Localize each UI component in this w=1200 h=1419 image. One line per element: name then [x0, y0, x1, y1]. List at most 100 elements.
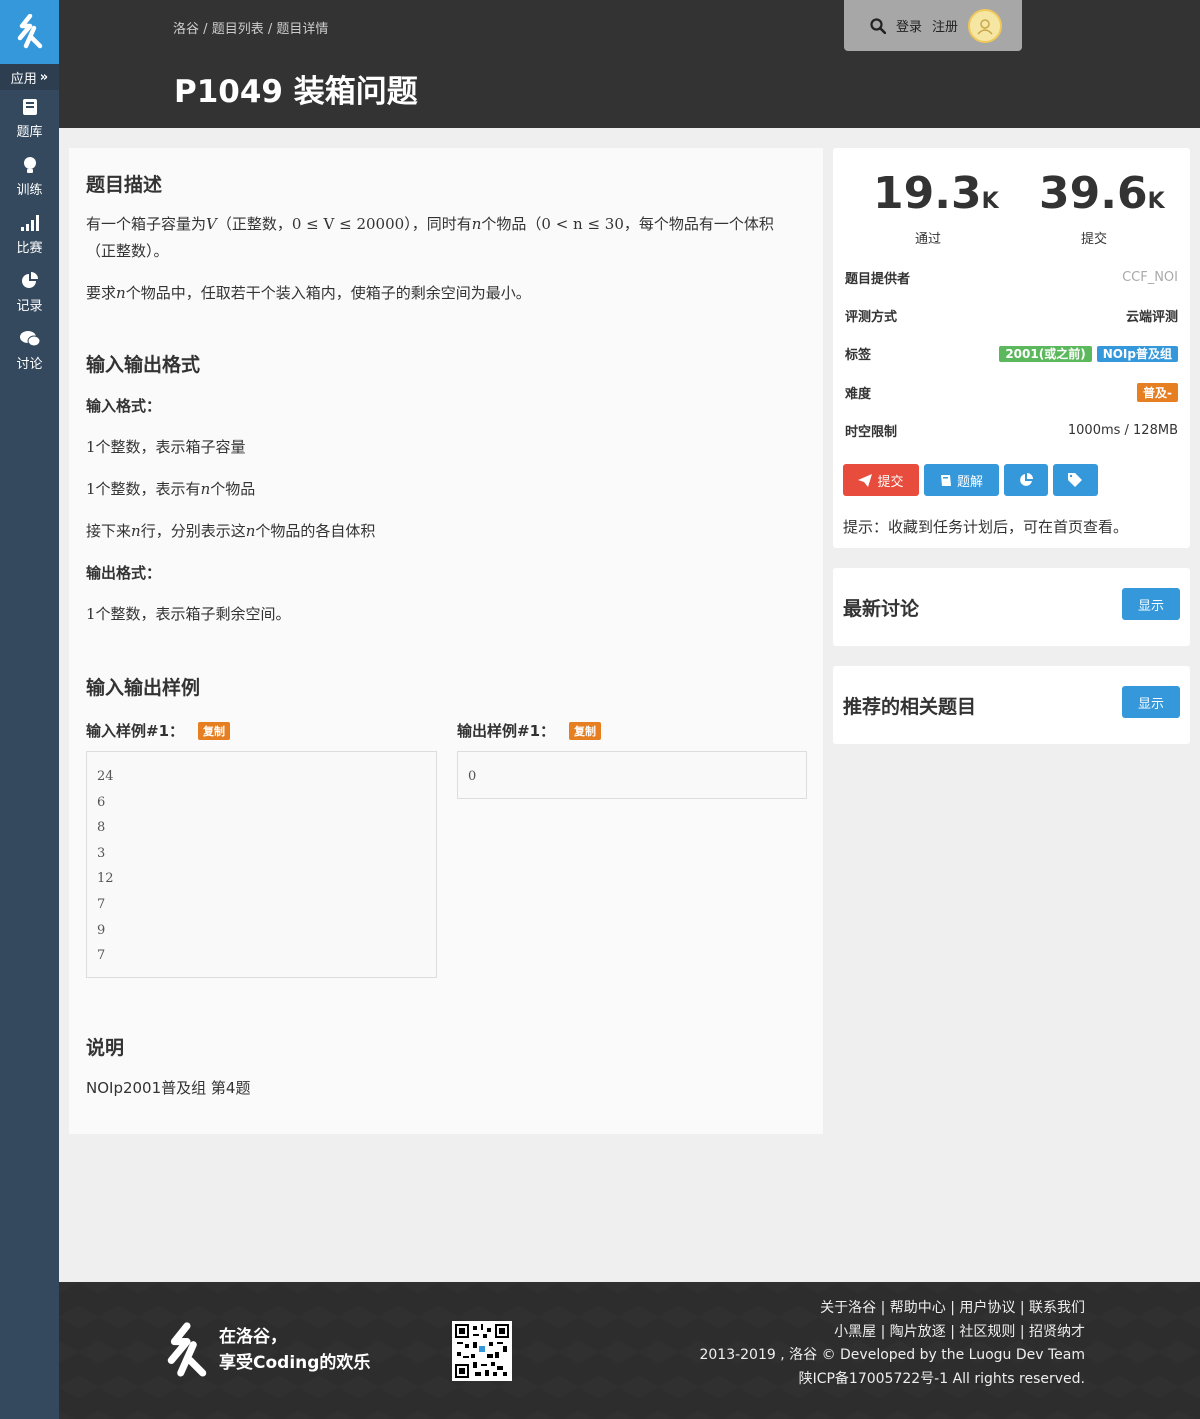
description-paragraph-2: 要求n个物品中，任取若干个装入箱内，使箱子的剩余空间为最小。 [86, 280, 798, 307]
discussion-title: 最新讨论 [843, 598, 920, 620]
show-related-button[interactable]: 显示 [1122, 686, 1180, 718]
footer-links: 关于洛谷 | 帮助中心 | 用户协议 | 联系我们 小黑屋 | 陶片放逐 | 社… [699, 1297, 1085, 1391]
sidebar-item-label: 讨论 [16, 357, 43, 372]
footer-slogan: 在洛谷， 享受Coding的欢乐 [219, 1324, 370, 1376]
app-menu-label: 应用 [10, 71, 37, 87]
sidebar-item-label: 题库 [16, 125, 43, 140]
breadcrumb-current: 题目详情 [276, 22, 329, 37]
submitted-label: 提交 [1080, 232, 1107, 247]
text: 个物品的各自体积 [255, 522, 376, 540]
code-line: 9 [97, 922, 106, 938]
sidebar-item-problems[interactable]: 题库 [0, 90, 59, 148]
luogu-logo-icon [167, 1322, 207, 1377]
sidebar-item-discuss[interactable]: 讨论 [0, 322, 59, 380]
bulb-icon [23, 157, 36, 173]
desc-text: 要求 [86, 284, 117, 302]
text: 个整数，表示箱子容量 [95, 438, 246, 456]
provider-value[interactable]: CCF_NOI [1122, 270, 1178, 285]
provider-key: 题目提供者 [845, 271, 911, 287]
breadcrumb-separator: / [267, 22, 273, 37]
input-format-label: 输入格式： [86, 397, 162, 415]
breadcrumb-problem-list[interactable]: 题目列表 [212, 22, 264, 37]
app-menu-button[interactable]: 应用 » [0, 64, 59, 90]
footer-link-blacklist[interactable]: 小黑屋 [834, 1324, 876, 1340]
output-sample-title: 输出样例#1： [457, 722, 556, 740]
math-v: V [206, 215, 217, 233]
passed-count: 19.3 [873, 168, 982, 219]
slogan-line-1: 在洛谷， [219, 1327, 287, 1347]
difficulty-key: 难度 [845, 386, 872, 402]
sidebar-item-records[interactable]: 记录 [0, 264, 59, 322]
footer-link-help[interactable]: 帮助中心 [890, 1300, 946, 1316]
pie-chart-icon [1020, 473, 1033, 486]
footer-links-row-1: 关于洛谷 | 帮助中心 | 用户协议 | 联系我们 [820, 1300, 1085, 1316]
math-num: 1 [86, 480, 96, 498]
desc-text: ），同时有 [404, 215, 472, 233]
tags-icon [1067, 473, 1082, 487]
tags-button[interactable] [1053, 464, 1098, 496]
footer: 在洛谷， 享受Coding的欢乐 关于洛谷 | 帮助中心 | 用户协议 | 联系… [59, 1282, 1200, 1419]
code-line: 6 [97, 794, 106, 810]
submitted-count: 39.6 [1039, 168, 1148, 219]
math-num: 1 [86, 605, 96, 623]
copy-input-button[interactable]: 复制 [198, 721, 231, 740]
footer-link-jobs[interactable]: 招贤纳才 [1029, 1324, 1085, 1340]
register-link[interactable]: 注册 [932, 16, 958, 35]
paper-plane-icon [858, 473, 873, 487]
user-box: 登录 注册 [844, 0, 1022, 51]
footer-link-about[interactable]: 关于洛谷 [820, 1300, 876, 1316]
footer-links-row-2: 小黑屋 | 陶片放逐 | 社区规则 | 招贤纳才 [834, 1323, 1085, 1340]
related-card: 推荐的相关题目 显示 [833, 666, 1190, 744]
hint-text: 提示：收藏到任务计划后，可在首页查看。 [843, 518, 1129, 536]
breadcrumb-separator: / [203, 22, 208, 37]
math-inequality: 0 < n ≤ 30 [541, 215, 624, 233]
breadcrumb-home[interactable]: 洛谷 [173, 22, 199, 37]
difficulty-row: 难度 普及- [845, 382, 1178, 402]
math-num: 1 [86, 438, 96, 456]
footer-copyright: 2013-2019 , 洛谷 © Developed by the Luogu … [699, 1347, 1085, 1363]
copy-output-button[interactable]: 复制 [569, 721, 602, 740]
solution-label: 题解 [956, 474, 983, 490]
login-link[interactable]: 登录 [896, 16, 922, 35]
sidebar: 应用 » 题库 训练 比赛 记录 讨论 [0, 0, 59, 1419]
sidebar-item-training[interactable]: 训练 [0, 148, 59, 206]
footer-icp[interactable]: 陕ICP备17005722号-1 All rights reserved. [699, 1368, 1085, 1392]
text: 接下来 [86, 522, 132, 540]
footer-link-contact[interactable]: 联系我们 [1029, 1300, 1085, 1316]
footer-link-agreement[interactable]: 用户协议 [959, 1300, 1015, 1316]
tags-key: 标签 [845, 347, 872, 363]
code-line: 12 [97, 871, 114, 887]
stats-button[interactable] [1004, 464, 1048, 496]
book-icon [22, 99, 37, 115]
search-icon[interactable] [870, 17, 886, 34]
limit-row: 时空限制 1000ms / 128MB [845, 420, 1178, 440]
tag-badge[interactable]: 2001(或之前) [999, 345, 1092, 362]
desc-text: 个物品（ [481, 215, 542, 233]
provider-row: 题目提供者 CCF_NOI [845, 267, 1178, 287]
difficulty-badge: 普及- [1137, 382, 1178, 402]
luogu-logo[interactable] [0, 0, 59, 64]
math-n: n [131, 522, 141, 540]
double-chevron-right-icon: » [39, 69, 49, 85]
page-title: P1049 装箱问题 [174, 74, 418, 110]
passed-label: 通过 [914, 232, 941, 247]
footer-link-ostracism[interactable]: 陶片放逐 [890, 1324, 946, 1340]
input-line-3: 接下来n行，分别表示这n个物品的各自体积 [86, 518, 798, 545]
show-discussion-button[interactable]: 显示 [1122, 588, 1180, 620]
book-icon [940, 474, 951, 486]
input-line-2: 1个整数，表示有n个物品 [86, 476, 798, 503]
submit-button[interactable]: 提交 [843, 464, 919, 496]
judge-row: 评测方式 云端评测 [845, 305, 1178, 325]
math-n: n [116, 284, 126, 302]
solution-button[interactable]: 题解 [924, 464, 999, 496]
avatar[interactable] [968, 8, 1003, 43]
sidebar-item-label: 记录 [16, 299, 43, 314]
math-n: n [471, 215, 482, 233]
breadcrumb: 洛谷 / 题目列表 / 题目详情 [173, 18, 328, 37]
math-n: n [245, 522, 256, 540]
limit-key: 时空限制 [845, 424, 898, 440]
text: 个整数，表示箱子剩余空间。 [95, 605, 291, 623]
footer-link-rules[interactable]: 社区规则 [959, 1324, 1015, 1340]
sidebar-item-contests[interactable]: 比赛 [0, 206, 59, 264]
tag-badge[interactable]: NOIp普及组 [1096, 345, 1178, 362]
